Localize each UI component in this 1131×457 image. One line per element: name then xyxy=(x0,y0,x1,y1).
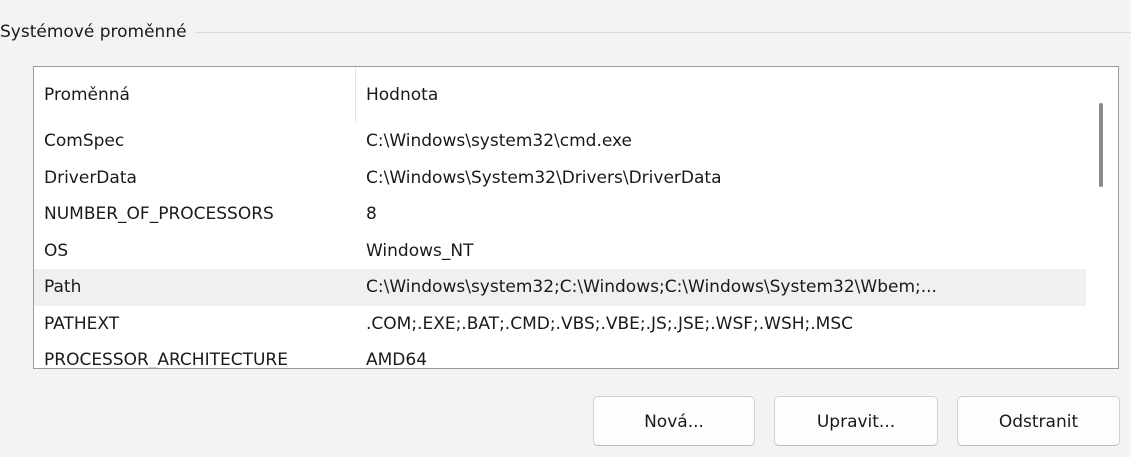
vertical-scrollbar[interactable] xyxy=(1086,67,1118,368)
variables-list[interactable]: Proměnná Hodnota ComSpec C:\Windows\syst… xyxy=(33,66,1119,369)
variable-name: DriverData xyxy=(44,167,137,188)
list-header: Proměnná Hodnota xyxy=(34,67,1088,123)
variable-value: .COM;.EXE;.BAT;.CMD;.VBS;.VBE;.JS;.JSE;.… xyxy=(366,313,854,334)
group-title: Systémové proměnné xyxy=(0,19,195,45)
variable-value: C:\Windows\System32\Drivers\DriverData xyxy=(366,167,722,188)
list-rows: ComSpec C:\Windows\system32\cmd.exe Driv… xyxy=(34,123,1088,369)
edit-button[interactable]: Upravit... xyxy=(774,396,938,446)
list-item-hovered[interactable]: Path C:\Windows\system32;C:\Windows;C:\W… xyxy=(34,269,1088,306)
list-item[interactable]: NUMBER_OF_PROCESSORS 8 xyxy=(34,196,1088,233)
list-item[interactable]: PATHEXT .COM;.EXE;.BAT;.CMD;.VBS;.VBE;.J… xyxy=(34,306,1088,343)
variable-value: C:\Windows\system32\cmd.exe xyxy=(366,131,633,152)
variable-name: NUMBER_OF_PROCESSORS xyxy=(44,204,274,225)
variable-value: C:\Windows\system32;C:\Windows;C:\Window… xyxy=(366,277,937,298)
column-header-value[interactable]: Hodnota xyxy=(356,67,1088,123)
variable-name: Path xyxy=(44,277,82,298)
variable-name: PROCESSOR_ARCHITECTURE xyxy=(44,350,288,369)
variable-value: 8 xyxy=(366,204,377,225)
variable-value: AMD64 xyxy=(366,350,428,369)
new-button[interactable]: Nová... xyxy=(593,396,755,446)
variable-name: OS xyxy=(44,240,69,261)
list-item[interactable]: PROCESSOR_ARCHITECTURE AMD64 xyxy=(34,342,1088,369)
scrollbar-thumb[interactable] xyxy=(1099,103,1103,187)
column-header-variable[interactable]: Proměnná xyxy=(34,67,356,123)
variable-name: PATHEXT xyxy=(44,313,120,334)
list-item[interactable]: ComSpec C:\Windows\system32\cmd.exe xyxy=(34,123,1088,160)
system-variables-panel: Systémové proměnné Proměnná Hodnota ComS… xyxy=(0,0,1131,457)
variable-value: Windows_NT xyxy=(366,240,474,261)
list-item[interactable]: OS Windows_NT xyxy=(34,233,1088,270)
list-item[interactable]: DriverData C:\Windows\System32\Drivers\D… xyxy=(34,160,1088,197)
variable-name: ComSpec xyxy=(44,131,125,152)
delete-button[interactable]: Odstranit xyxy=(957,396,1120,446)
